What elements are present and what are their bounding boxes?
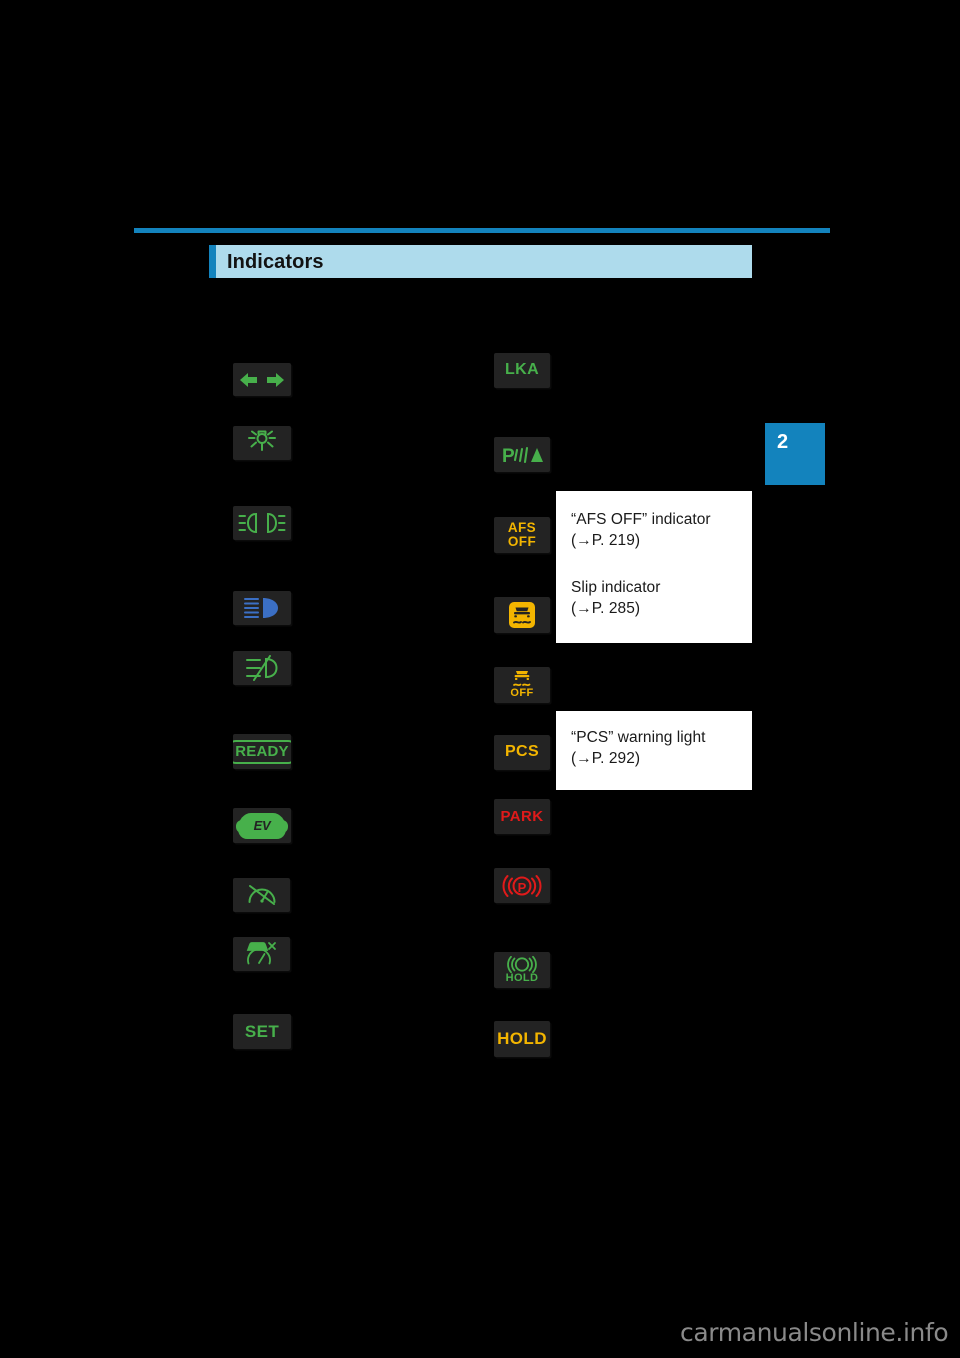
indicator-chip-tail-light xyxy=(233,426,291,460)
indicator-chip-brake-system: P xyxy=(494,868,550,903)
park-text-icon: PARK xyxy=(500,807,544,825)
indicator-chip-lka: LKA xyxy=(494,353,550,388)
callout-pcs-title: “PCS” warning light xyxy=(571,729,706,746)
section-accent-block xyxy=(209,245,216,278)
indicator-chip-ev-mode: EV xyxy=(233,808,291,843)
header-rule xyxy=(134,228,830,233)
callout-slip-ref: (→P. 285) xyxy=(571,599,641,617)
brake-hold-label: HOLD xyxy=(505,971,539,984)
afs-off-text-icon: AFS OFF xyxy=(507,520,537,549)
chapter-number-tab: 2 xyxy=(765,423,825,485)
callout-pcs: “PCS” warning light (→P. 292) xyxy=(556,711,752,790)
indicator-chip-afs-off: AFS OFF xyxy=(494,517,550,553)
page-title: Indicators xyxy=(227,250,324,273)
indicator-chip-pcs: PCS xyxy=(494,735,550,770)
hold-text-icon: HOLD xyxy=(497,1029,547,1049)
indicator-chip-set: SET xyxy=(233,1014,291,1049)
pcs-text-icon: PCS xyxy=(504,743,540,761)
indicator-chip-high-beam xyxy=(233,591,291,625)
slip-indicator-icon xyxy=(508,601,536,629)
site-watermark: carmanualsonline.info xyxy=(680,1318,949,1347)
brake-system-p-icon: P xyxy=(501,873,543,899)
vsc-off-label: OFF xyxy=(510,687,534,700)
indicator-chip-turn-signal xyxy=(233,363,291,396)
indicator-chip-park: PARK xyxy=(494,799,550,834)
indicator-chip-vsc-off: OFF xyxy=(494,667,550,703)
callout-slip-title: Slip indicator xyxy=(571,578,661,596)
indicator-chip-brake-hold: HOLD xyxy=(494,952,550,988)
indicator-chip-ready: READY xyxy=(233,734,291,769)
cruise-control-icon xyxy=(246,882,278,908)
indicator-chip-headlight xyxy=(233,506,291,540)
brake-hold-icon xyxy=(505,955,539,973)
turn-signal-arrows-icon xyxy=(237,371,287,389)
lka-text-icon: LKA xyxy=(504,361,540,379)
front-fog-light-icon xyxy=(240,655,284,681)
dynamic-radar-cruise-icon xyxy=(244,939,280,969)
indicator-chip-radar-cruise xyxy=(233,937,290,971)
ready-badge-icon: READY xyxy=(233,739,291,764)
section-title-bar: Indicators xyxy=(209,245,752,278)
svg-text:P: P xyxy=(518,880,527,895)
indicator-chip-cruise-control xyxy=(233,878,290,912)
parking-sonar-icon: P xyxy=(500,444,544,466)
high-beam-icon xyxy=(240,596,284,620)
callout-afs-slip: “AFS OFF” indicator (→P. 219) Slip indic… xyxy=(556,491,752,643)
headlight-icon xyxy=(238,511,286,535)
callout-afs-ref: (→P. 219) xyxy=(571,531,641,549)
indicator-chip-hold: HOLD xyxy=(494,1021,550,1057)
svg-text:P: P xyxy=(502,446,515,466)
indicator-chip-front-fog-light xyxy=(233,651,291,685)
indicator-chip-slip xyxy=(494,597,550,633)
callout-spacer xyxy=(571,552,752,578)
callout-pcs-ref: (→P. 292) xyxy=(571,749,641,767)
ev-mode-icon: EV xyxy=(236,812,288,839)
callout-afs-title: “AFS OFF” indicator xyxy=(571,511,711,528)
tail-light-icon xyxy=(243,429,281,457)
indicator-chip-parking-sonar: P xyxy=(494,437,550,472)
ev-mode-label: EV xyxy=(253,818,271,833)
set-text-icon: SET xyxy=(244,1021,280,1041)
